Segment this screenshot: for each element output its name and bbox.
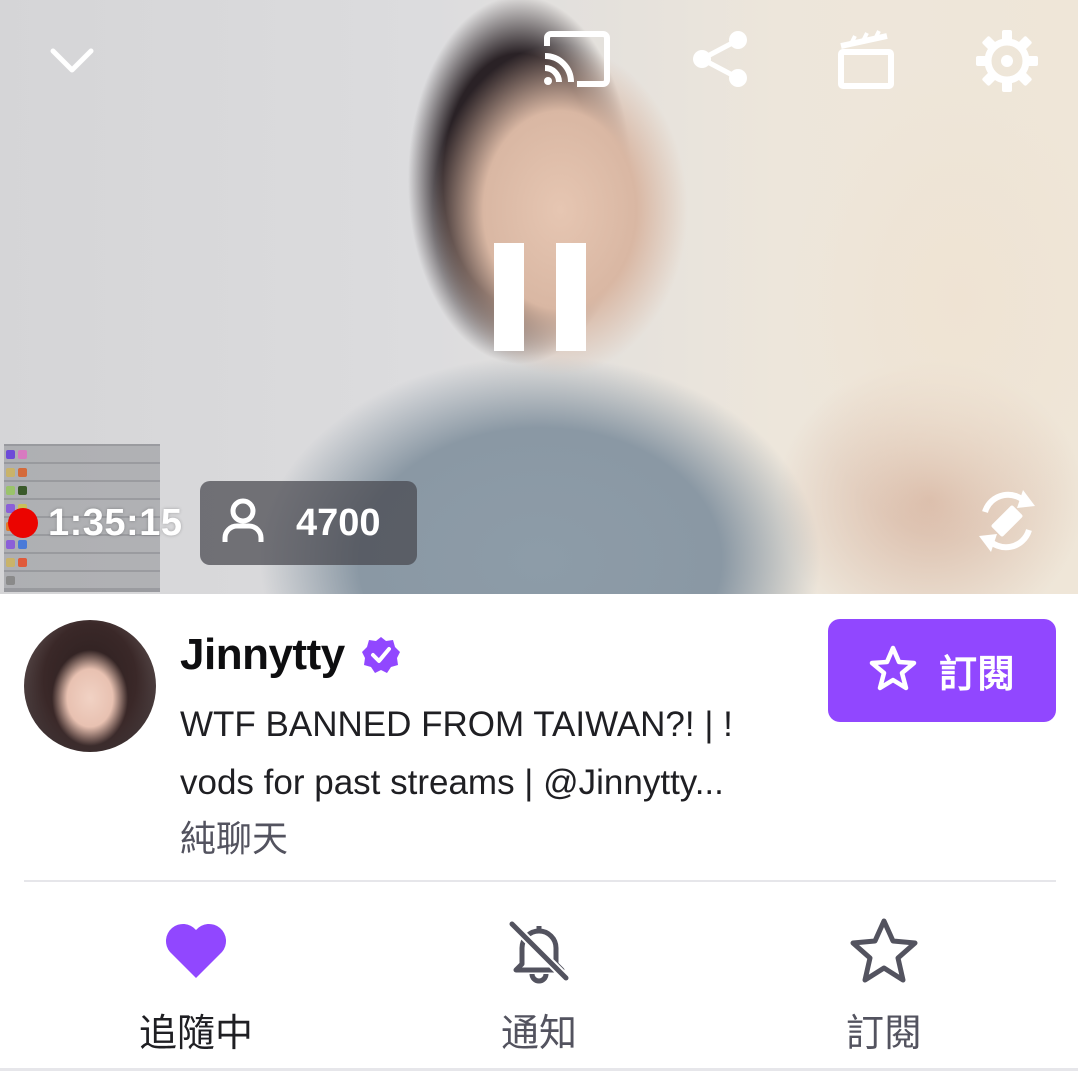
- subscribe-button[interactable]: 訂閱: [828, 619, 1056, 722]
- gear-icon[interactable]: [972, 26, 1042, 96]
- verified-badge-icon: [362, 636, 400, 674]
- stream-title: WTF BANNED FROM TAIWAN?! | ! vods for pa…: [180, 696, 800, 812]
- person-icon: [222, 498, 264, 549]
- video-player[interactable]: 1:35:15 4700: [0, 0, 1078, 594]
- stream-title-line-2: vods for past streams | @Jinnytty...: [180, 763, 724, 802]
- chevron-down-icon[interactable]: [42, 34, 102, 88]
- bell-off-icon: [506, 906, 572, 996]
- viewer-count-text: 4700: [296, 501, 381, 544]
- rotate-screen-icon[interactable]: [972, 486, 1042, 556]
- divider: [0, 1068, 1078, 1071]
- follow-action-label: 追隨中: [138, 1011, 253, 1055]
- stream-uptime: 1:35:15: [8, 480, 182, 566]
- heart-icon: [164, 906, 228, 996]
- cast-icon[interactable]: [538, 28, 614, 90]
- pause-icon[interactable]: [488, 240, 592, 354]
- viewer-count-badge: 4700: [200, 481, 417, 565]
- subscribe-button-label: 訂閱: [938, 652, 1015, 696]
- stream-category[interactable]: 純聊天: [180, 810, 288, 862]
- channel-name[interactable]: Jinnytty: [180, 630, 345, 680]
- subscribe-action-label: 訂閱: [845, 1011, 922, 1055]
- divider: [24, 880, 1056, 882]
- star-icon: [869, 645, 917, 696]
- live-indicator-icon: [8, 508, 38, 538]
- notifications-action-label: 通知: [500, 1011, 577, 1055]
- share-icon[interactable]: [688, 26, 754, 92]
- star-icon: [849, 906, 919, 996]
- clapperboard-icon[interactable]: [832, 26, 898, 92]
- subscribe-action[interactable]: 訂閱: [754, 900, 1014, 1060]
- stream-title-line-1: WTF BANNED FROM TAIWAN?! | !: [180, 705, 733, 744]
- follow-action[interactable]: 追隨中: [66, 900, 326, 1060]
- channel-avatar[interactable]: [24, 620, 156, 752]
- notifications-action[interactable]: 通知: [409, 900, 669, 1060]
- uptime-text: 1:35:15: [48, 501, 183, 544]
